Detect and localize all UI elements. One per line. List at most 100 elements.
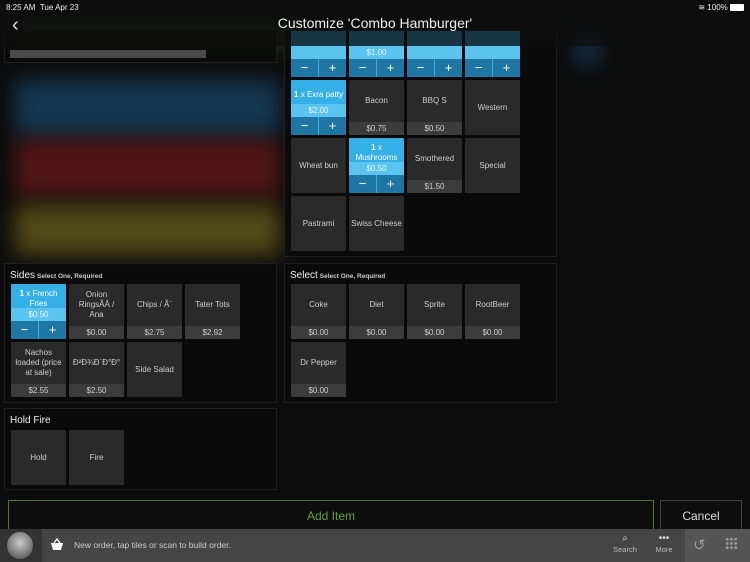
quantity-stepper[interactable]: − + <box>349 59 404 77</box>
option-tile[interactable]: Swiss Cheese <box>349 196 404 251</box>
option-price: $2.50 <box>69 384 124 397</box>
increment-button[interactable]: + <box>377 175 404 193</box>
option-label: Ð²Ð¾Ð´Ð°Ð° <box>73 358 120 368</box>
search-label: Search <box>613 545 637 554</box>
option-name: Chips / Ã¨ <box>129 284 180 326</box>
option-tile[interactable]: Side Salad <box>127 342 182 397</box>
option-label: Dr Pepper <box>300 358 336 368</box>
option-tile[interactable]: Chips / Ã¨ $2.75 <box>127 284 182 339</box>
battery-icon <box>730 4 744 12</box>
order-message: New order, tap tiles or scan to build or… <box>74 540 231 550</box>
wifi-icon: ≋ <box>698 3 706 12</box>
more-button[interactable]: ••• More <box>647 533 681 554</box>
option-tile[interactable]: 1 x French Fries $0.50− + <box>11 284 66 339</box>
quantity-stepper[interactable]: − + <box>465 59 520 77</box>
option-name-text: Western <box>477 102 508 112</box>
option-name: BBQ S <box>409 80 460 122</box>
option-label: Side Salad <box>135 365 174 375</box>
increment-button[interactable]: + <box>435 59 462 77</box>
option-tile[interactable]: Coke $0.00 <box>291 284 346 339</box>
decrement-button[interactable]: − <box>465 59 493 77</box>
grid-icon[interactable] <box>725 537 738 550</box>
increment-button[interactable]: + <box>377 59 404 77</box>
history-icon[interactable]: ↺ <box>693 536 706 554</box>
option-label: Smothered <box>415 154 454 164</box>
option-tile[interactable]: Tater Tots $2.92 <box>185 284 240 339</box>
select-subtitle: Select One, Required <box>319 273 386 280</box>
quantity-stepper[interactable]: − + <box>291 117 346 135</box>
option-tile[interactable]: RootBeer $0.00 <box>465 284 520 339</box>
option-tile[interactable]: Pastrami <box>291 196 346 251</box>
option-tile[interactable]: Nachos loaded (price at sale) $2.55 <box>11 342 66 397</box>
option-price: $2.00 <box>291 104 346 117</box>
quantity-stepper[interactable]: − + <box>291 59 346 77</box>
increment-button[interactable]: + <box>319 59 346 77</box>
option-price: $0.00 <box>407 326 462 339</box>
option-price: $0.50 <box>407 122 462 135</box>
option-tile[interactable]: 1 x Mushrooms $0.50− + <box>349 138 404 193</box>
option-price: $0.00 <box>69 326 124 339</box>
option-tile[interactable]: Western <box>465 80 520 135</box>
sides-panel: Sides Select One, Required 1 x French Fri… <box>4 263 277 403</box>
option-name: Western <box>467 80 518 135</box>
toppings-panel: − + $1.00− + − + − +1 x Exra patty $2.00− + Bacon $… <box>284 30 557 257</box>
option-tile[interactable]: 1 x Exra patty $2.00− + <box>291 80 346 135</box>
quantity-stepper[interactable]: − + <box>407 59 462 77</box>
option-price <box>407 46 462 59</box>
option-label: 1 x Mushrooms <box>351 143 402 163</box>
decrement-button[interactable]: − <box>407 59 435 77</box>
decrement-button[interactable]: − <box>349 175 377 193</box>
option-tile[interactable]: Sprite $0.00 <box>407 284 462 339</box>
option-label: Tater Tots <box>195 300 230 310</box>
option-name-text: Fire <box>89 452 104 462</box>
option-label: Wheat bun <box>299 161 338 171</box>
increment-button[interactable]: + <box>39 321 66 339</box>
option-price <box>291 46 346 59</box>
option-tile[interactable]: Bacon $0.75 <box>349 80 404 135</box>
option-tile[interactable]: Fire <box>69 430 124 485</box>
search-button[interactable]: ⌕ Search <box>608 533 642 554</box>
option-name: Swiss Cheese <box>351 196 402 251</box>
option-tile[interactable]: Wheat bun <box>291 138 346 193</box>
right-toolbar: ↺ <box>685 529 750 562</box>
option-tile[interactable]: Dr Pepper $0.00 <box>291 342 346 397</box>
option-tile[interactable]: BBQ S $0.50 <box>407 80 462 135</box>
option-quantity: 1 <box>19 289 25 298</box>
status-time: 8:25 AM <box>6 3 36 12</box>
option-label: 1 x French Fries <box>13 289 64 309</box>
increment-button[interactable]: + <box>319 117 346 135</box>
option-tile[interactable]: Diet $0.00 <box>349 284 404 339</box>
option-price: $2.75 <box>127 326 182 339</box>
option-name-text: Onion RingsÃÂ / Ana <box>78 290 115 319</box>
decrement-button[interactable]: − <box>349 59 377 77</box>
option-price: $0.50 <box>349 162 404 175</box>
option-price: $0.00 <box>349 326 404 339</box>
avatar[interactable] <box>0 529 42 562</box>
option-label: Hold <box>30 453 46 463</box>
quantity-stepper[interactable]: − + <box>11 321 66 339</box>
background-tiles <box>15 140 280 195</box>
option-tile[interactable]: Onion RingsÃÂ / Ana $0.00 <box>69 284 124 339</box>
increment-button[interactable]: + <box>493 59 520 77</box>
option-price <box>465 46 520 59</box>
decrement-button[interactable]: − <box>11 321 39 339</box>
option-label: Chips / Ã¨ <box>137 300 172 310</box>
option-name: Tater Tots <box>187 284 238 326</box>
option-tile[interactable]: Ð²Ð¾Ð´Ð°Ð° $2.50 <box>69 342 124 397</box>
option-tile[interactable]: Special <box>465 138 520 193</box>
quantity-stepper[interactable]: − + <box>349 175 404 193</box>
option-name-text: Chips / Ã¨ <box>136 300 173 309</box>
option-label: Onion RingsÃÂ / Ana <box>71 290 122 320</box>
decrement-button[interactable]: − <box>291 117 319 135</box>
option-name-text: RootBeer <box>475 300 510 309</box>
background-tiles <box>15 205 280 255</box>
option-tile[interactable]: Hold <box>11 430 66 485</box>
option-name: RootBeer <box>467 284 518 326</box>
sides-title: Sides <box>10 270 36 281</box>
option-label: BBQ S <box>422 96 446 106</box>
option-price: $0.75 <box>349 122 404 135</box>
option-tile[interactable]: Smothered $1.50 <box>407 138 462 193</box>
option-label: Special <box>479 161 505 171</box>
battery-level: 100% <box>707 3 728 12</box>
decrement-button[interactable]: − <box>291 59 319 77</box>
